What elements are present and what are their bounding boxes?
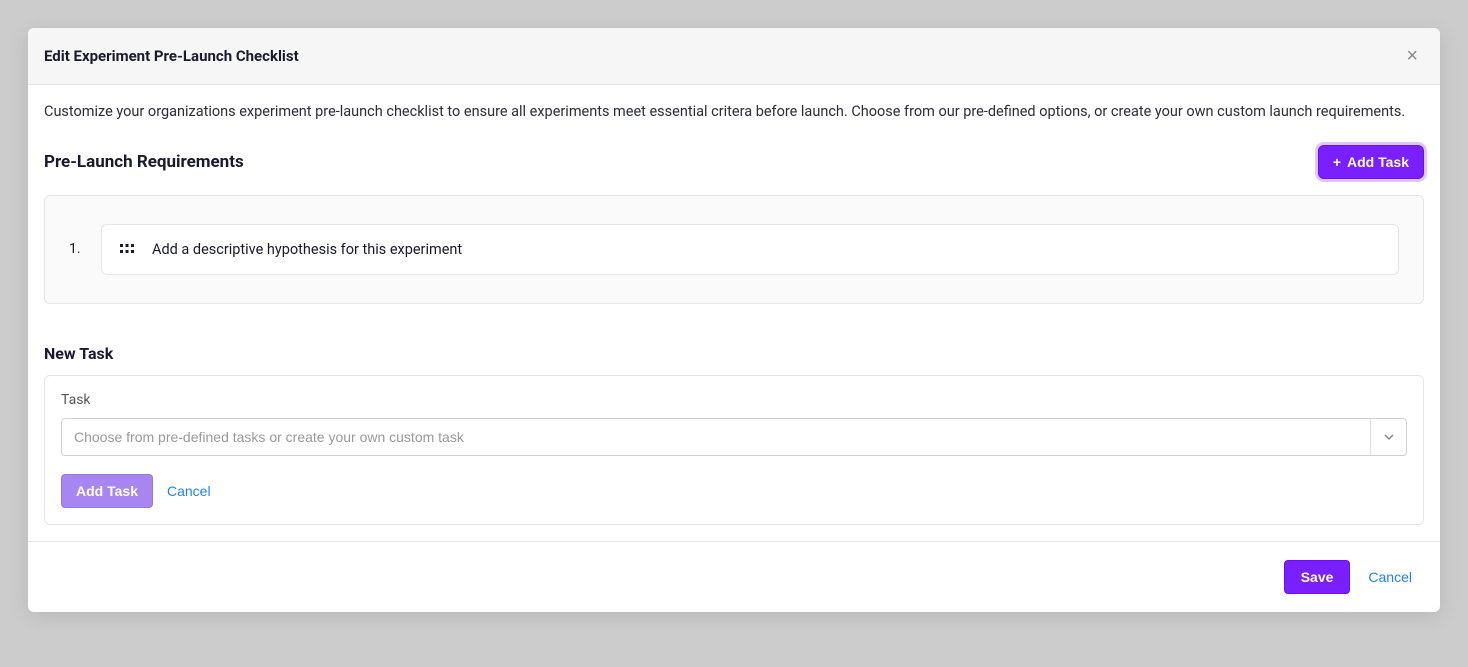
requirement-row: 1. Add a descriptive hypothesis for this… — [69, 224, 1399, 275]
drag-handle-icon[interactable] — [120, 244, 134, 254]
requirement-number: 1. — [69, 241, 83, 257]
task-select[interactable] — [61, 418, 1407, 456]
modal-footer: Save Cancel — [28, 541, 1440, 612]
add-task-button[interactable]: + Add Task — [1318, 145, 1424, 179]
task-field-label: Task — [61, 392, 1407, 408]
modal-header: Edit Experiment Pre-Launch Checklist × — [28, 28, 1440, 85]
edit-checklist-modal: Edit Experiment Pre-Launch Checklist × C… — [28, 28, 1440, 612]
modal-body: Customize your organizations experiment … — [28, 85, 1440, 541]
new-task-actions: Add Task Cancel — [61, 474, 1407, 508]
requirements-list: 1. Add a descriptive hypothesis for this… — [44, 195, 1424, 304]
requirements-header-row: Pre-Launch Requirements + Add Task — [44, 145, 1424, 179]
requirement-item[interactable]: Add a descriptive hypothesis for this ex… — [101, 224, 1399, 275]
add-task-button-label: Add Task — [1347, 154, 1409, 170]
requirement-text: Add a descriptive hypothesis for this ex… — [152, 241, 462, 258]
close-button[interactable]: × — [1400, 46, 1424, 66]
new-task-form: Task Add Task Cancel — [44, 375, 1424, 525]
task-select-input[interactable] — [62, 419, 1370, 455]
close-icon: × — [1406, 45, 1418, 67]
new-task-cancel-button[interactable]: Cancel — [167, 483, 211, 499]
footer-cancel-button[interactable]: Cancel — [1368, 569, 1412, 585]
new-task-heading: New Task — [44, 344, 1424, 363]
modal-description: Customize your organizations experiment … — [44, 101, 1424, 123]
save-button[interactable]: Save — [1284, 560, 1351, 594]
plus-icon: + — [1333, 155, 1341, 169]
requirements-heading: Pre-Launch Requirements — [44, 152, 244, 172]
new-task-add-button[interactable]: Add Task — [61, 474, 153, 508]
chevron-down-icon[interactable] — [1370, 419, 1406, 455]
modal-title: Edit Experiment Pre-Launch Checklist — [44, 47, 299, 65]
